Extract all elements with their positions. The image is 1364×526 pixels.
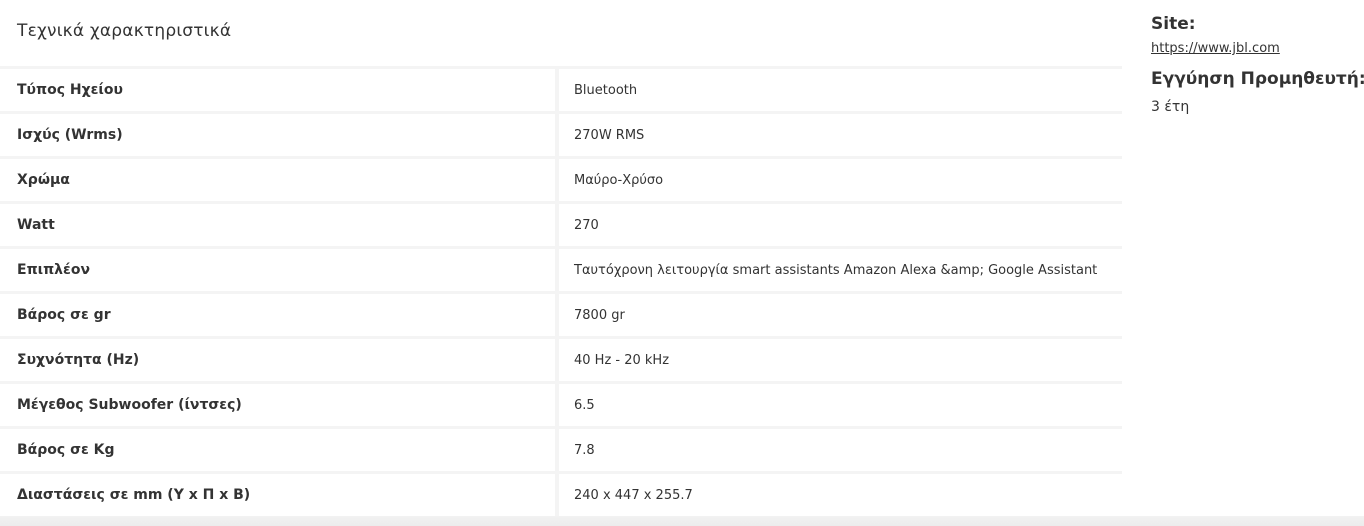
supplier-info: Site: https://www.jbl.com Εγγύηση Προμηθ… [1151,12,1364,116]
specs-section: Τεχνικά χαρακτηριστικά Τύπος Ηχείου Blue… [0,0,1122,519]
table-row: Ισχύς (Wrms) 270W RMS [0,114,1122,159]
warranty-heading: Εγγύηση Προμηθευτή: [1151,69,1364,89]
specs-table: Τύπος Ηχείου Bluetooth Ισχύς (Wrms) 270W… [0,66,1122,519]
spec-value: 40 Hz - 20 kHz [574,352,670,368]
spec-value: 7.8 [574,442,595,458]
site-link[interactable]: https://www.jbl.com [1151,40,1364,58]
table-row: Συχνότητα (Hz) 40 Hz - 20 kHz [0,339,1122,384]
spec-label: Επιπλέον [0,249,559,291]
site-heading: Site: [1151,14,1196,34]
spec-label: Βάρος σε Kg [0,429,559,471]
spec-label: Συχνότητα (Hz) [0,339,559,381]
spec-label: Διαστάσεις σε mm (Υ x Π x Β) [0,474,559,516]
spec-value: 6.5 [574,397,595,413]
table-row: Watt 270 [0,204,1122,249]
spec-label: Βάρος σε gr [0,294,559,336]
spec-label: Τύπος Ηχείου [0,69,559,111]
table-row: Επιπλέον Ταυτόχρονη λειτουργία smart ass… [0,249,1122,294]
spec-value: 240 x 447 x 255.7 [574,487,693,503]
table-row: Τύπος Ηχείου Bluetooth [0,69,1122,114]
table-row: Διαστάσεις σε mm (Υ x Π x Β) 240 x 447 x… [0,474,1122,519]
spec-value: Ταυτόχρονη λειτουργία smart assistants A… [574,262,1098,278]
spec-value: Bluetooth [574,82,638,98]
table-row: Βάρος σε gr 7800 gr [0,294,1122,339]
spec-label: Watt [0,204,559,246]
table-row: Χρώμα Μαύρο-Χρύσο [0,159,1122,204]
spec-label: Ισχύς (Wrms) [0,114,559,156]
spec-value: 270 [574,217,599,233]
warranty-value: 3 έτη [1151,99,1190,115]
section-divider [0,516,1364,526]
table-row: Μέγεθος Subwoofer (ίντσες) 6.5 [0,384,1122,429]
spec-label: Μέγεθος Subwoofer (ίντσες) [0,384,559,426]
spec-value: Μαύρο-Χρύσο [574,172,664,188]
specs-title: Τεχνικά χαρακτηριστικά [17,21,232,41]
spec-value: 270W RMS [574,127,645,143]
table-row: Βάρος σε Kg 7.8 [0,429,1122,474]
product-specs-page: Τεχνικά χαρακτηριστικά Τύπος Ηχείου Blue… [0,0,1364,526]
spec-value: 7800 gr [574,307,625,323]
spec-label: Χρώμα [0,159,559,201]
